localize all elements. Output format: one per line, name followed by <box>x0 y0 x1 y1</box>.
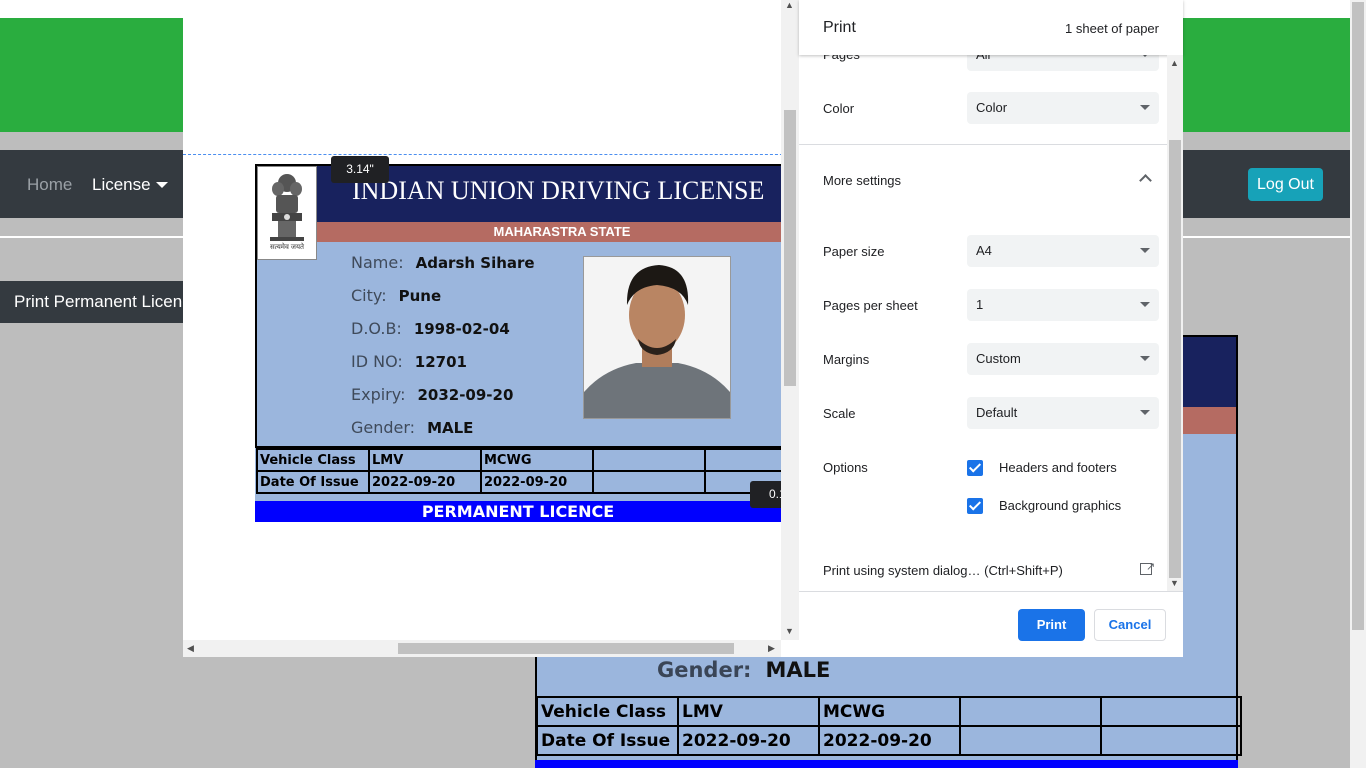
table-cell: Date Of Issue <box>256 470 370 494</box>
table-row: Date Of Issue 2022-09-20 2022-09-20 <box>256 470 792 494</box>
preview-vertical-scroll-thumb[interactable] <box>784 110 796 386</box>
margins-select[interactable]: Custom <box>967 343 1159 375</box>
external-arrow-icon[interactable]: ↗ <box>1146 560 1155 573</box>
field-value: Pune <box>398 287 442 305</box>
pages-per-sheet-label: Pages per sheet <box>823 298 918 313</box>
table-cell <box>592 470 706 494</box>
table-cell: 2022-09-20 <box>818 725 961 756</box>
card-title: INDIAN UNION DRIVING LICENSE <box>352 176 765 205</box>
table-row: Vehicle Class LMV MCWG <box>536 696 1242 727</box>
table-cell <box>704 448 792 472</box>
field-value: Adarsh Sihare <box>415 254 535 272</box>
gender-value: MALE <box>765 658 831 682</box>
paper-size-label: Paper size <box>823 244 885 259</box>
person-photo-icon <box>584 257 730 418</box>
field-label: D.O.B: <box>351 319 402 338</box>
table-cell: Date Of Issue <box>536 725 679 756</box>
table-cell: LMV <box>677 696 820 727</box>
table-cell <box>1100 696 1242 727</box>
background-vehicle-table: Vehicle Class LMV MCWG Date Of Issue 202… <box>536 696 1242 756</box>
system-dialog-link[interactable]: Print using system dialog… (Ctrl+Shift+P… <box>823 563 1063 578</box>
vehicle-class-table: Vehicle Class LMV MCWG Date Of Issue 202… <box>256 448 792 494</box>
page-scrollbar-thumb[interactable] <box>1352 2 1364 630</box>
field-name: Name: Adarsh Sihare <box>351 253 535 272</box>
divider <box>799 144 1167 145</box>
print-permanent-licence-button[interactable]: Print Permanent Licence <box>0 281 200 323</box>
scale-select[interactable]: Default <box>967 397 1159 429</box>
field-id-no: ID NO: 12701 <box>351 352 467 371</box>
scroll-left-icon[interactable]: ◀ <box>187 643 194 654</box>
print-button[interactable]: Print <box>1018 609 1085 641</box>
emblem-icon <box>270 174 304 241</box>
print-dialog-title: Print <box>823 19 856 36</box>
table-cell: 2022-09-20 <box>368 470 482 494</box>
divider <box>799 591 1183 592</box>
headers-footers-label[interactable]: Headers and footers <box>999 460 1117 475</box>
table-cell <box>1100 725 1242 756</box>
holder-photo <box>583 256 731 419</box>
emblem-caption: सत्यमेव जयते <box>269 244 305 251</box>
field-label: ID NO: <box>351 352 403 371</box>
scroll-down-icon[interactable]: ▼ <box>1170 578 1179 588</box>
table-cell: 2022-09-20 <box>677 725 820 756</box>
scroll-up-icon[interactable]: ▲ <box>1170 58 1179 68</box>
scroll-down-icon[interactable]: ▼ <box>785 626 794 636</box>
field-expiry: Expiry: 2032-09-20 <box>351 385 513 404</box>
color-select[interactable]: Color <box>967 92 1159 124</box>
table-cell <box>959 696 1102 727</box>
field-city: City: Pune <box>351 286 441 305</box>
table-cell <box>959 725 1102 756</box>
pages-per-sheet-select[interactable]: 1 <box>967 289 1159 321</box>
table-cell: MCWG <box>818 696 961 727</box>
cancel-button[interactable]: Cancel <box>1094 609 1166 641</box>
scroll-up-icon[interactable]: ▲ <box>785 0 794 10</box>
sheet-count: 1 sheet of paper <box>1065 21 1159 36</box>
settings-scroll-thumb[interactable] <box>1169 140 1181 578</box>
field-label: Name: <box>351 253 404 272</box>
field-label: Expiry: <box>351 385 406 404</box>
card-footer: PERMANENT LICENCE <box>255 501 781 522</box>
table-row: Vehicle Class LMV MCWG <box>256 448 792 472</box>
field-gender: Gender: MALE <box>351 418 473 437</box>
background-graphics-label[interactable]: Background graphics <box>999 498 1121 513</box>
field-value: MALE <box>427 419 474 437</box>
background-gender-field: Gender: MALE <box>657 658 830 682</box>
more-settings-toggle[interactable]: More settings <box>823 173 901 188</box>
color-label: Color <box>823 101 855 116</box>
field-value: 12701 <box>414 353 467 371</box>
background-graphics-checkbox[interactable] <box>967 498 983 514</box>
table-cell: 2022-09-20 <box>480 470 594 494</box>
gender-label: Gender: <box>657 658 752 682</box>
field-label: Gender: <box>351 418 416 437</box>
table-cell: Vehicle Class <box>256 448 370 472</box>
table-cell: LMV <box>368 448 482 472</box>
chevron-down-icon[interactable] <box>156 182 168 188</box>
margin-tooltip-top: 3.14" <box>331 156 389 183</box>
scale-label: Scale <box>823 406 856 421</box>
preview-horizontal-scroll-thumb[interactable] <box>398 643 734 654</box>
field-value: 2032-09-20 <box>417 386 514 404</box>
table-cell: Vehicle Class <box>536 696 679 727</box>
nav-home-link[interactable]: Home <box>27 175 72 195</box>
table-cell: MCWG <box>480 448 594 472</box>
paper-size-select[interactable]: A4 <box>967 235 1159 267</box>
field-value: 1998-02-04 <box>413 320 510 338</box>
table-row: Date Of Issue 2022-09-20 2022-09-20 <box>536 725 1242 756</box>
margins-label: Margins <box>823 352 870 367</box>
background-card-footer <box>535 760 1238 768</box>
margin-guide-line[interactable] <box>183 154 798 155</box>
scroll-right-icon[interactable]: ▶ <box>768 643 775 654</box>
field-label: City: <box>351 286 387 305</box>
card-state: MAHARASTRA STATE <box>493 224 631 239</box>
table-cell <box>592 448 706 472</box>
logout-button[interactable]: Log Out <box>1248 168 1323 201</box>
nav-license-dropdown[interactable]: License <box>92 175 151 195</box>
field-dob: D.O.B: 1998-02-04 <box>351 319 510 338</box>
options-label: Options <box>823 460 868 475</box>
headers-footers-checkbox[interactable] <box>967 460 983 476</box>
